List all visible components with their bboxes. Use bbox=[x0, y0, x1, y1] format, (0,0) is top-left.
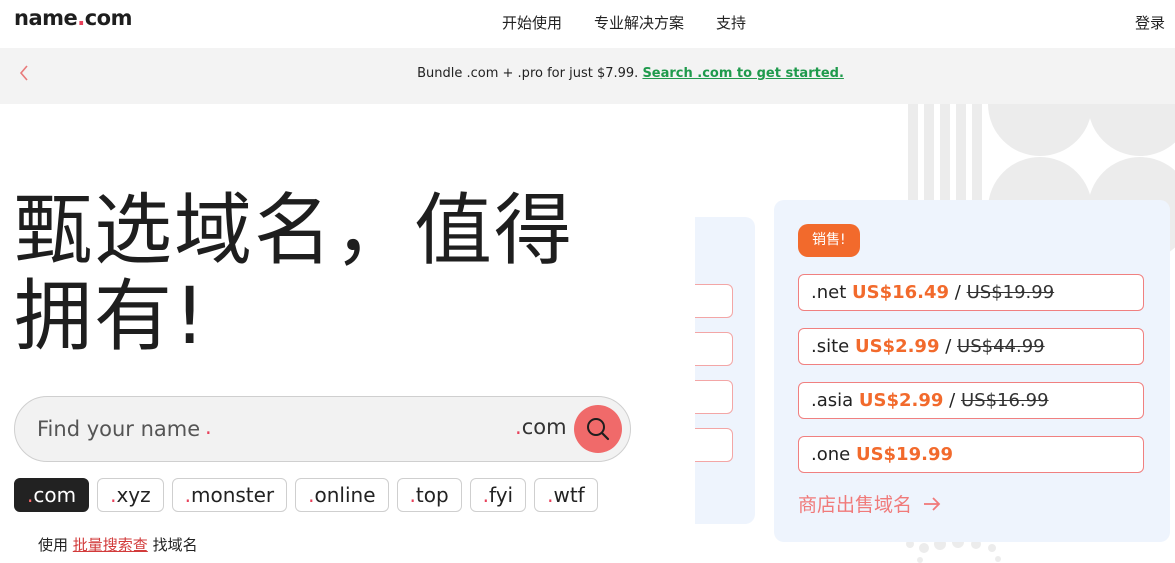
sale-price: US$16.49 bbox=[852, 282, 950, 303]
sale-price: US$2.99 bbox=[858, 390, 944, 411]
tld-label: com bbox=[521, 415, 567, 439]
chip-label: top bbox=[415, 483, 449, 507]
login-link[interactable]: 登录 bbox=[1135, 12, 1165, 33]
sale-price: US$19.99 bbox=[855, 444, 953, 465]
tld-dot: . bbox=[515, 415, 522, 439]
previous-promo-card[interactable] bbox=[695, 217, 755, 524]
sale-tld: .one bbox=[811, 444, 851, 465]
original-price: US$16.99 bbox=[960, 390, 1049, 411]
sale-row-net[interactable]: .net US$16.49 / US$19.99 bbox=[798, 274, 1144, 311]
sale-tld: .asia bbox=[811, 390, 854, 411]
tld-chip-list: .com .xyz .monster .online .top .fyi .wt… bbox=[14, 478, 598, 512]
price-separator: / bbox=[954, 282, 961, 303]
sale-row-asia[interactable]: .asia US$2.99 / US$16.99 bbox=[798, 382, 1144, 419]
hero-title-line1: 甄选域名，值得 bbox=[14, 186, 575, 276]
promo-message: Bundle .com + .pro for just $7.99. Searc… bbox=[0, 66, 1175, 81]
chip-label: online bbox=[314, 483, 376, 507]
logo[interactable]: name.com bbox=[14, 6, 133, 30]
promo-search-link[interactable]: Search .com to get started. bbox=[642, 66, 843, 81]
tld-chip-monster[interactable]: .monster bbox=[171, 478, 288, 512]
chip-label: monster bbox=[190, 483, 275, 507]
sale-badge: 销售! bbox=[798, 224, 860, 257]
nav-pro-solutions[interactable]: 专业解决方案 bbox=[594, 12, 684, 33]
promo-text: Bundle .com + .pro for just $7.99. bbox=[417, 66, 639, 81]
original-price: US$19.99 bbox=[966, 282, 1055, 303]
sale-row-site[interactable]: .site US$2.99 / US$44.99 bbox=[798, 328, 1144, 365]
sale-tld: .net bbox=[811, 282, 847, 303]
tld-chip-com[interactable]: .com bbox=[14, 478, 90, 512]
domain-search-input[interactable] bbox=[37, 411, 477, 447]
bulk-search-hint: 使用 批量搜索查 找域名 bbox=[38, 534, 198, 555]
tld-chip-fyi[interactable]: .fyi bbox=[469, 478, 527, 512]
search-button[interactable] bbox=[574, 405, 622, 453]
search-icon bbox=[587, 418, 610, 441]
hero-title: 甄选域名，值得 拥有! bbox=[14, 188, 654, 360]
main-nav: 开始使用 专业解决方案 支持 bbox=[502, 12, 746, 33]
original-price: US$44.99 bbox=[957, 336, 1045, 357]
chip-label: xyz bbox=[116, 483, 151, 507]
bulk-search-link[interactable]: 批量搜索查 bbox=[73, 536, 148, 554]
shop-link-label: 商店出售域名 bbox=[798, 494, 913, 516]
nav-get-started[interactable]: 开始使用 bbox=[502, 12, 562, 33]
hero-title-line2: 拥有! bbox=[14, 272, 208, 362]
page: name.com 开始使用 专业解决方案 支持 登录 Bundle .com +… bbox=[0, 0, 1175, 563]
logo-name: name bbox=[14, 6, 78, 30]
previous-card-row bbox=[695, 428, 733, 462]
price-separator: / bbox=[949, 390, 956, 411]
selected-tld[interactable]: .com bbox=[515, 415, 567, 439]
logo-tld: com bbox=[84, 6, 133, 30]
chip-label: wtf bbox=[553, 483, 585, 507]
domain-search-bar: . .com bbox=[14, 396, 631, 462]
price-separator: / bbox=[945, 336, 952, 357]
bulk-suffix: 找域名 bbox=[152, 536, 198, 554]
sale-row-one[interactable]: .one US$19.99 bbox=[798, 436, 1144, 473]
chip-label: fyi bbox=[489, 483, 514, 507]
tld-chip-xyz[interactable]: .xyz bbox=[97, 478, 164, 512]
sale-card: 销售! .net US$16.49 / US$19.99 .site US$2.… bbox=[774, 200, 1170, 542]
arrow-right-icon bbox=[924, 496, 941, 511]
nav-support[interactable]: 支持 bbox=[716, 12, 746, 33]
promo-banner: Bundle .com + .pro for just $7.99. Searc… bbox=[0, 48, 1175, 104]
previous-card-row bbox=[695, 284, 733, 318]
shop-sale-domains-link[interactable]: 商店出售域名 bbox=[798, 490, 942, 517]
previous-card-row bbox=[695, 380, 733, 414]
tld-chip-top[interactable]: .top bbox=[396, 478, 462, 512]
logo-dot: . bbox=[77, 6, 85, 30]
chip-label: com bbox=[33, 483, 77, 507]
tld-chip-online[interactable]: .online bbox=[295, 478, 389, 512]
bulk-prefix: 使用 bbox=[38, 536, 69, 554]
tld-chip-wtf[interactable]: .wtf bbox=[534, 478, 598, 512]
previous-card-row bbox=[695, 332, 733, 366]
sale-tld: .site bbox=[811, 336, 850, 357]
sale-price: US$2.99 bbox=[854, 336, 940, 357]
site-header: name.com 开始使用 专业解决方案 支持 登录 bbox=[0, 0, 1175, 48]
